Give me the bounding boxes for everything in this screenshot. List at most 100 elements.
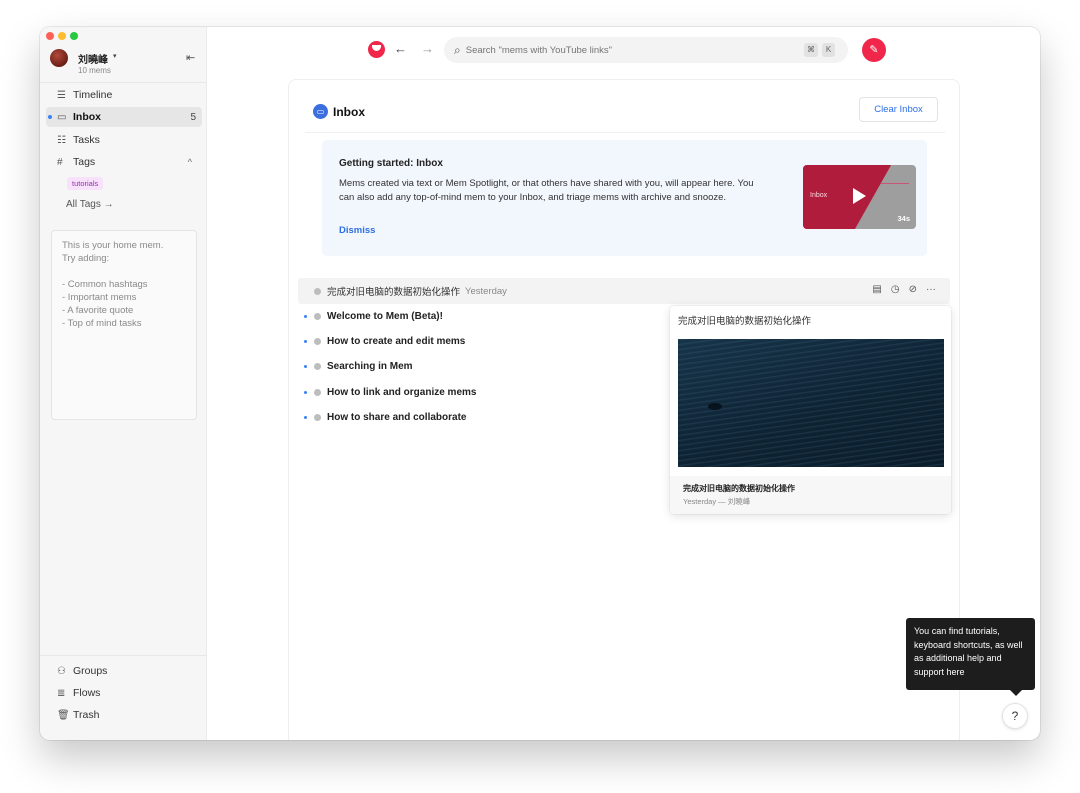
mem-title: How to create and edit mems (327, 335, 466, 347)
trash-icon: 🗑 (57, 709, 70, 721)
sidebar-item-label: Groups (73, 665, 108, 677)
sidebar: 刘曉峰 ▾ 10 mems ⇤ ☰ Timeline ▭ Inbox 5 ☷ T… (40, 27, 207, 740)
getting-started-banner: Getting started: Inbox Mems created via … (322, 140, 927, 256)
inbox-icon: ▭ (313, 104, 328, 119)
home-mem-line: Try adding: (62, 253, 110, 264)
status-dot (314, 362, 321, 370)
maximize-window-button[interactable] (70, 32, 78, 40)
collapse-sidebar-icon[interactable]: ⇤ (186, 51, 195, 64)
help-button[interactable]: ? (1002, 703, 1028, 729)
chevron-up-icon[interactable]: ^ (188, 157, 192, 167)
forward-arrow-icon[interactable]: → (421, 41, 434, 56)
sidebar-item-flows[interactable]: ≣ Flows (57, 687, 100, 699)
tasks-icon: ☷ (57, 134, 66, 146)
list-item[interactable]: How to link and organize mems (304, 384, 476, 400)
sidebar-item-label: Inbox (73, 111, 101, 123)
shortcut-key-k: K (822, 43, 835, 57)
sidebar-item-groups[interactable]: ⚇ Groups (57, 665, 107, 677)
hash-icon: # (57, 156, 63, 168)
all-tags-link[interactable]: All Tags → (66, 199, 114, 210)
video-duration: 34s (897, 214, 910, 223)
page-title: Inbox (333, 104, 365, 119)
snooze-icon[interactable]: ◷ (891, 284, 900, 295)
mem-count: 10 mems (78, 66, 111, 75)
back-arrow-icon[interactable]: ← (394, 41, 407, 56)
preview-image (678, 339, 944, 467)
app-window: 刘曉峰 ▾ 10 mems ⇤ ☰ Timeline ▭ Inbox 5 ☷ T… (40, 27, 1040, 740)
inbox-icon: ▭ (57, 111, 67, 123)
preview-footer-meta: Yesterday — 刘曉峰 (683, 497, 751, 506)
tag-chip-tutorials[interactable]: tutorials (67, 177, 104, 190)
compose-button[interactable]: ✎ (862, 38, 886, 62)
clear-inbox-button[interactable]: Clear Inbox (859, 97, 938, 122)
search-input[interactable] (465, 44, 766, 56)
group-timestamp: Yesterday (465, 285, 507, 297)
home-mem-bullet: - Important mems (62, 292, 137, 303)
mem-title: How to link and organize mems (327, 386, 477, 398)
group-title: 完成对旧电脑的数据初始化操作 (327, 287, 461, 298)
groups-icon: ⚇ (57, 665, 66, 677)
list-item[interactable]: How to create and edit mems (304, 333, 465, 349)
sidebar-item-tags[interactable]: # Tags ^ (46, 152, 202, 172)
inbox-header: ▭ Inbox (313, 104, 365, 119)
home-mem-card[interactable]: This is your home mem. Try adding: - Com… (51, 230, 197, 420)
unread-dot (304, 339, 307, 343)
preview-footer: 完成对旧电脑的数据初始化操作 Yesterday — 刘曉峰 (670, 476, 951, 514)
sidebar-item-tasks[interactable]: ☷ Tasks (46, 130, 202, 150)
flows-icon: ≣ (57, 687, 66, 699)
shortcut-key-cmd: ⌘ (804, 43, 818, 57)
pin-icon[interactable]: ⊘ (909, 284, 917, 295)
mem-group-row[interactable]: 完成对旧电脑的数据初始化操作 Yesterday ▤ ◷ ⊘ ··· (298, 278, 950, 304)
inbox-count-badge: 5 (190, 111, 196, 123)
avatar (50, 49, 68, 67)
list-item[interactable]: Welcome to Mem (Beta)! (304, 308, 443, 324)
status-dot (314, 287, 321, 295)
status-dot (314, 413, 321, 421)
sidebar-item-label: Flows (73, 687, 101, 699)
search-bar[interactable]: ⌕ ⌘ K (444, 37, 848, 63)
sidebar-item-label: Timeline (73, 89, 113, 101)
unread-dot (304, 314, 307, 318)
close-window-button[interactable] (46, 32, 54, 40)
help-tooltip: You can find tutorials, keyboard shortcu… (906, 618, 1035, 690)
compose-icon: ✎ (869, 44, 879, 56)
banner-body: Mems created via text or Mem Spotlight, … (339, 178, 754, 203)
sidebar-item-trash[interactable]: 🗑 Trash (57, 709, 99, 721)
search-icon: ⌕ (454, 42, 461, 57)
more-icon[interactable]: ··· (926, 284, 936, 295)
unread-dot (304, 390, 307, 394)
preview-title: 完成对旧电脑的数据初始化操作 (678, 316, 812, 327)
sidebar-item-timeline[interactable]: ☰ Timeline (46, 85, 202, 105)
mem-title: Welcome to Mem (Beta)! (327, 310, 443, 322)
chevron-down-icon: ▾ (113, 53, 117, 60)
tutorial-video-thumbnail[interactable]: Inbox 34s (803, 165, 916, 229)
preview-image-detail (708, 403, 722, 410)
home-mem-bullet: - Top of mind tasks (62, 318, 142, 329)
video-label: Inbox (810, 192, 828, 199)
mem-title: How to share and collaborate (327, 411, 467, 423)
banner-title: Getting started: Inbox (339, 158, 443, 169)
unread-dot (48, 115, 52, 119)
minimize-window-button[interactable] (58, 32, 66, 40)
thumbnail-decoration (881, 183, 909, 184)
unread-dot (304, 364, 307, 368)
play-icon[interactable] (853, 188, 866, 204)
sidebar-item-label: Tasks (73, 134, 100, 146)
tooltip-arrow (1010, 690, 1022, 696)
preview-footer-title: 完成对旧电脑的数据初始化操作 (683, 484, 795, 493)
status-dot (314, 388, 321, 396)
mem-preview-card[interactable]: 完成对旧电脑的数据初始化操作 完成对旧电脑的数据初始化操作 Yesterday … (670, 306, 951, 514)
home-mem-bullet: - Common hashtags (62, 279, 148, 290)
divider (40, 82, 207, 83)
home-mem-bullet: - A favorite quote (62, 305, 134, 316)
mem-title: Searching in Mem (327, 360, 413, 372)
sidebar-item-inbox[interactable]: ▭ Inbox 5 (46, 107, 202, 127)
archive-icon[interactable]: ▤ (872, 284, 881, 295)
mem-logo-icon[interactable] (368, 41, 385, 58)
divider (40, 655, 207, 656)
dismiss-button[interactable]: Dismiss (339, 225, 375, 236)
list-item[interactable]: Searching in Mem (304, 358, 413, 374)
list-item[interactable]: How to share and collaborate (304, 409, 466, 425)
status-dot (314, 312, 321, 320)
user-switcher[interactable]: 刘曉峰 ▾ 10 mems ⇤ (50, 49, 200, 79)
